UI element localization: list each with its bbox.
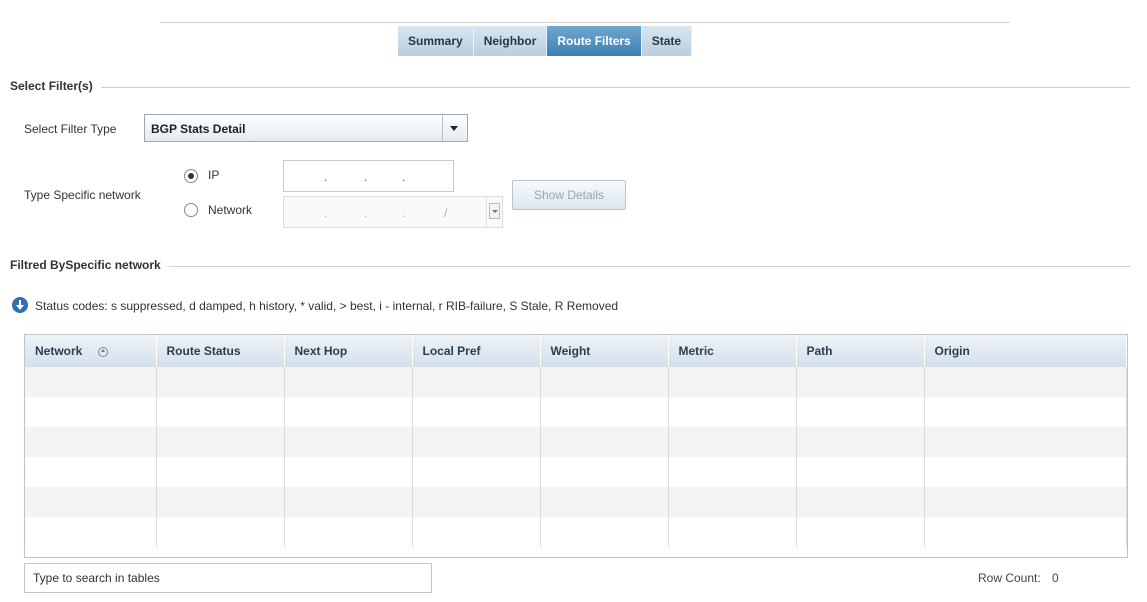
tab-bar: Summary Neighbor Route Filters State — [398, 26, 693, 56]
table-cell — [796, 457, 925, 487]
column-label-network: Network — [35, 344, 83, 358]
table-row[interactable] — [25, 517, 1127, 547]
table-row[interactable] — [25, 487, 1127, 517]
tab-neighbor[interactable]: Neighbor — [473, 26, 548, 56]
tab-route-filters[interactable]: Route Filters — [547, 26, 642, 56]
table-cell — [284, 397, 413, 427]
filtered-divider — [10, 266, 1130, 267]
table-cell — [25, 367, 157, 397]
table-search-input[interactable] — [24, 563, 432, 593]
select-filters-divider — [10, 87, 1130, 88]
table-cell — [668, 397, 797, 427]
table-row[interactable] — [25, 427, 1127, 457]
chevron-down-icon — [489, 203, 500, 219]
column-header-metric[interactable]: Metric — [668, 335, 797, 367]
filter-type-dropdown-button[interactable] — [442, 115, 467, 141]
table-row[interactable] — [25, 367, 1127, 397]
table-cell — [284, 367, 413, 397]
table-body — [25, 367, 1127, 547]
table-cell — [412, 427, 541, 457]
table-cell — [412, 367, 541, 397]
network-radio[interactable] — [184, 203, 198, 217]
table-cell — [540, 457, 669, 487]
expand-down-icon[interactable] — [12, 297, 28, 313]
network-address-input[interactable]: . . . / — [283, 196, 503, 228]
table-cell — [284, 517, 413, 547]
ip-radio[interactable] — [184, 169, 198, 183]
table-cell — [924, 397, 1127, 427]
table-cell — [412, 457, 541, 487]
table-cell — [25, 397, 157, 427]
sort-icon[interactable] — [98, 346, 109, 357]
table-cell — [668, 427, 797, 457]
table-cell — [540, 517, 669, 547]
column-header-path[interactable]: Path — [796, 335, 925, 367]
table-cell — [924, 427, 1127, 457]
table-cell — [284, 427, 413, 457]
table-cell — [156, 397, 285, 427]
table-cell — [668, 367, 797, 397]
status-codes-legend: Status codes: s suppressed, d damped, h … — [35, 299, 619, 313]
row-count-value: 0 — [1052, 571, 1059, 585]
column-header-network[interactable]: Network — [25, 335, 157, 367]
ip-radio-label: IP — [208, 168, 220, 182]
filter-type-value: BGP Stats Detail — [151, 122, 246, 136]
table-cell — [284, 487, 413, 517]
filter-type-label: Select Filter Type — [24, 122, 117, 136]
table-cell — [668, 487, 797, 517]
table-cell — [796, 487, 925, 517]
table-cell — [796, 517, 925, 547]
row-count: Row Count: 0 — [978, 571, 1059, 585]
column-header-next-hop[interactable]: Next Hop — [284, 335, 413, 367]
route-table: Network Route Status Next Hop Local Pref… — [24, 334, 1128, 558]
table-cell — [412, 397, 541, 427]
network-radio-label: Network — [208, 203, 253, 217]
table-cell — [924, 367, 1127, 397]
top-divider — [160, 22, 1010, 23]
table-cell — [156, 427, 285, 457]
column-header-weight[interactable]: Weight — [540, 335, 669, 367]
table-row[interactable] — [25, 457, 1127, 487]
table-cell — [540, 427, 669, 457]
ip-address-input[interactable]: . . . — [283, 160, 454, 192]
table-cell — [156, 367, 285, 397]
table-cell — [156, 487, 285, 517]
table-cell — [25, 487, 157, 517]
column-header-origin[interactable]: Origin — [924, 335, 1127, 367]
table-cell — [924, 517, 1127, 547]
table-cell — [412, 517, 541, 547]
table-cell — [924, 457, 1127, 487]
row-count-label: Row Count: — [978, 571, 1041, 585]
table-cell — [25, 427, 157, 457]
table-cell — [156, 517, 285, 547]
table-cell — [668, 517, 797, 547]
table-cell — [796, 397, 925, 427]
table-cell — [25, 457, 157, 487]
type-specific-network-label: Type Specific network — [24, 188, 141, 202]
table-cell — [412, 487, 541, 517]
network-mask-select[interactable] — [486, 196, 502, 228]
table-cell — [284, 457, 413, 487]
table-cell — [25, 517, 157, 547]
column-header-local-pref[interactable]: Local Pref — [412, 335, 541, 367]
tab-state[interactable]: State — [641, 26, 693, 56]
table-cell — [540, 367, 669, 397]
table-cell — [796, 367, 925, 397]
table-cell — [796, 427, 925, 457]
tab-summary[interactable]: Summary — [398, 26, 474, 56]
chevron-down-icon — [450, 126, 458, 131]
table-cell — [540, 397, 669, 427]
column-header-route-status[interactable]: Route Status — [156, 335, 285, 367]
table-cell — [924, 487, 1127, 517]
table-cell — [156, 457, 285, 487]
show-details-button[interactable]: Show Details — [512, 180, 626, 210]
filter-type-select[interactable]: BGP Stats Detail — [144, 114, 468, 142]
filtered-section-title: Filtred BySpecific network — [10, 258, 169, 272]
table-row[interactable] — [25, 397, 1127, 427]
table-cell — [668, 457, 797, 487]
table-cell — [540, 487, 669, 517]
select-filters-title: Select Filter(s) — [10, 79, 101, 93]
